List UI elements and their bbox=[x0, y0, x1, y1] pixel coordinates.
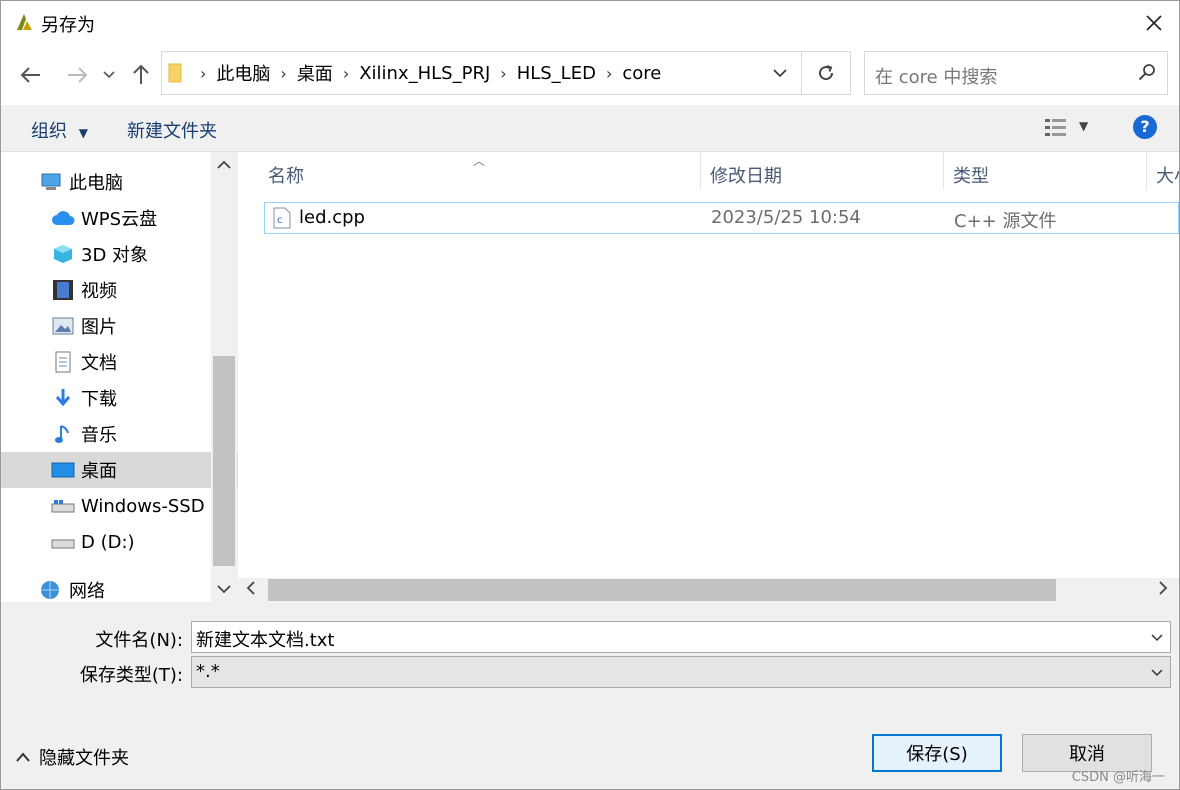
breadcrumb-separator-icon[interactable]: › bbox=[276, 64, 290, 83]
navigation-pane: 此电脑 WPS云盘 3D 对象 视频 图片 文档 下载 音乐 桌面 Window… bbox=[1, 152, 260, 602]
breadcrumb-separator-icon[interactable]: › bbox=[339, 64, 353, 83]
chevron-down-icon bbox=[773, 68, 787, 77]
recent-locations-button[interactable] bbox=[99, 61, 119, 89]
search-input[interactable]: 在 core 中搜索 bbox=[875, 63, 997, 89]
music-icon bbox=[51, 422, 75, 446]
view-options-caret-icon[interactable]: ▼ bbox=[1079, 119, 1088, 133]
save-as-dialog: 另存为 › 此电脑 › 桌面 › Xilinx_HLS_PRJ › HLS_LE… bbox=[0, 0, 1180, 790]
file-list-hscrollbar[interactable] bbox=[238, 578, 1179, 602]
chevron-down-icon[interactable] bbox=[1150, 628, 1164, 646]
file-row[interactable]: c led.cpp 2023/5/25 10:54 C++ 源文件 bbox=[264, 202, 1179, 234]
hide-folders-label: 隐藏文件夹 bbox=[39, 748, 129, 769]
navigation-pane-scrollbar[interactable] bbox=[211, 152, 237, 602]
document-icon bbox=[51, 350, 75, 374]
drive-icon bbox=[51, 494, 75, 518]
filetype-value: *.* bbox=[196, 661, 220, 682]
breadcrumb-core[interactable]: core bbox=[616, 63, 667, 84]
file-modified: 2023/5/25 10:54 bbox=[711, 207, 861, 228]
file-type: C++ 源文件 bbox=[954, 211, 1057, 232]
scroll-up-icon[interactable] bbox=[216, 158, 232, 174]
details-view-icon[interactable] bbox=[1044, 117, 1068, 139]
window-title: 另存为 bbox=[41, 15, 95, 36]
title-bar: 另存为 bbox=[1, 1, 1179, 45]
arrow-right-icon bbox=[68, 67, 88, 83]
chevron-down-icon bbox=[103, 71, 115, 79]
download-icon bbox=[51, 386, 75, 410]
scroll-down-icon[interactable] bbox=[216, 582, 232, 598]
organize-menu[interactable]: 组织 ▼ bbox=[31, 117, 88, 143]
close-icon bbox=[1146, 15, 1162, 31]
picture-icon bbox=[51, 314, 75, 338]
column-divider[interactable] bbox=[1146, 152, 1147, 190]
column-divider[interactable] bbox=[700, 152, 701, 190]
save-button[interactable]: 保存(S) bbox=[872, 734, 1002, 772]
column-header-size[interactable]: 大小 bbox=[1156, 162, 1179, 188]
breadcrumb-desktop[interactable]: 桌面 bbox=[291, 60, 339, 86]
network-icon bbox=[39, 578, 63, 602]
column-header-modified[interactable]: 修改日期 bbox=[710, 162, 782, 188]
drive-icon bbox=[51, 530, 75, 554]
navigation-bar: › 此电脑 › 桌面 › Xilinx_HLS_PRJ › HLS_LED › … bbox=[1, 45, 1179, 105]
filename-value[interactable]: 新建文本文档.txt bbox=[196, 626, 335, 652]
arrow-up-icon bbox=[133, 64, 149, 84]
cpp-file-icon: c bbox=[273, 207, 291, 229]
breadcrumb-xilinx-hls-prj[interactable]: Xilinx_HLS_PRJ bbox=[353, 63, 496, 84]
chevron-up-icon bbox=[16, 752, 30, 762]
filename-field[interactable]: 新建文本文档.txt bbox=[191, 621, 1171, 653]
column-header-type[interactable]: 类型 bbox=[953, 162, 989, 188]
file-name: led.cpp bbox=[299, 207, 365, 228]
breadcrumb-separator-icon: › bbox=[200, 63, 207, 83]
refresh-button[interactable] bbox=[801, 52, 850, 94]
filename-label: 文件名(N): bbox=[95, 630, 183, 651]
search-icon[interactable] bbox=[1137, 63, 1157, 83]
computer-icon bbox=[39, 170, 63, 194]
cloud-icon bbox=[51, 206, 75, 230]
close-button[interactable] bbox=[1129, 1, 1179, 45]
breadcrumb-hls-led[interactable]: HLS_LED bbox=[511, 63, 602, 84]
file-list: ︿ 名称 修改日期 类型 大小 c led.cpp 2023/5/25 10:5… bbox=[238, 152, 1179, 578]
scrollbar-thumb[interactable] bbox=[268, 579, 1056, 601]
command-bar: 组织 ▼ 新建文件夹 ▼ bbox=[1, 105, 1179, 152]
up-button[interactable] bbox=[127, 61, 155, 89]
arrow-left-icon bbox=[20, 67, 40, 83]
help-button[interactable]: ? bbox=[1133, 115, 1157, 139]
xilinx-logo-icon bbox=[13, 11, 35, 33]
address-history-dropdown[interactable] bbox=[758, 52, 802, 94]
filetype-label: 保存类型(T): bbox=[79, 665, 183, 686]
scroll-right-icon[interactable] bbox=[1158, 580, 1168, 599]
new-folder-button[interactable]: 新建文件夹 bbox=[127, 117, 217, 143]
address-bar[interactable]: › 此电脑 › 桌面 › Xilinx_HLS_PRJ › HLS_LED › … bbox=[161, 51, 851, 95]
column-divider[interactable] bbox=[943, 152, 944, 190]
breadcrumb-this-pc[interactable]: 此电脑 bbox=[210, 60, 276, 86]
search-box[interactable]: 在 core 中搜索 bbox=[864, 51, 1168, 95]
breadcrumb-separator-icon[interactable]: › bbox=[602, 64, 616, 83]
back-button[interactable] bbox=[17, 61, 45, 89]
video-icon bbox=[51, 278, 75, 302]
organize-label: 组织 bbox=[31, 121, 67, 142]
scrollbar-thumb[interactable] bbox=[213, 356, 235, 566]
watermark-text: CSDN @听海一 bbox=[1071, 770, 1165, 785]
forward-button[interactable] bbox=[63, 61, 91, 89]
filetype-select[interactable]: *.* bbox=[191, 656, 1171, 688]
caret-down-icon: ▼ bbox=[78, 126, 88, 140]
folder-icon bbox=[168, 63, 182, 83]
scroll-left-icon[interactable] bbox=[246, 580, 256, 599]
chevron-down-icon[interactable] bbox=[1150, 663, 1164, 681]
column-header-name[interactable]: 名称 bbox=[268, 162, 304, 188]
breadcrumb-separator-icon[interactable]: › bbox=[496, 64, 510, 83]
cube-icon bbox=[51, 242, 75, 266]
refresh-icon bbox=[819, 65, 834, 81]
sort-ascending-icon: ︿ bbox=[473, 154, 486, 168]
desktop-icon bbox=[51, 458, 75, 482]
svg-text:c: c bbox=[277, 215, 283, 226]
hide-folders-toggle[interactable]: 隐藏文件夹 bbox=[15, 744, 129, 770]
